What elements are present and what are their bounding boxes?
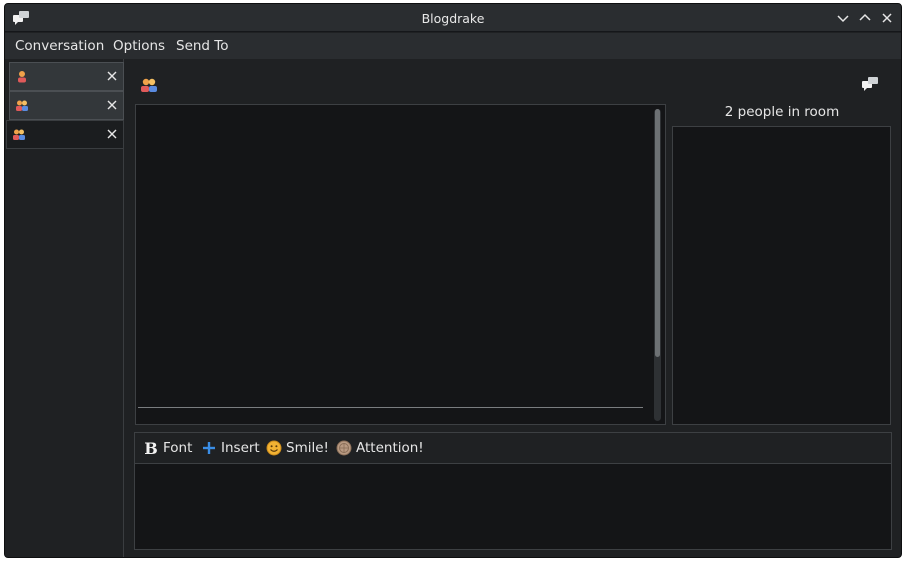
tab-conversation-3[interactable] [6,120,124,149]
tab-conversation-2[interactable] [9,91,124,120]
chevron-up-icon [859,13,871,21]
user-icon [18,71,26,83]
close-icon [107,71,117,81]
close-window-button[interactable] [878,9,896,27]
menu-options[interactable]: Options [113,38,165,54]
app-window: Blogdrake Conversation Options Send To 2… [4,3,902,558]
font-label: Font [163,440,193,456]
menubar: Conversation Options Send To [5,33,901,59]
compose-area: B Font Insert Smile! Attention! [134,432,892,550]
attention-button[interactable]: Attention! [336,439,424,457]
plus-icon [203,442,215,454]
menu-conversation[interactable]: Conversation [15,38,104,54]
close-icon [882,13,892,23]
bold-icon: B [144,438,158,458]
chat-bubbles-icon[interactable] [861,76,879,92]
smiley-icon [266,440,282,456]
close-icon [107,129,117,139]
format-toolbar: B Font Insert Smile! Attention! [135,433,891,464]
chevron-down-icon [837,15,849,23]
titlebar[interactable]: Blogdrake [5,4,901,32]
attention-icon [336,440,352,456]
tab-close-button[interactable] [105,98,119,112]
group-icon [13,129,25,140]
chat-scrollbar[interactable] [654,109,661,421]
font-button[interactable]: B Font [143,438,193,458]
chat-scrollbar-thumb[interactable] [655,109,660,357]
message-input[interactable] [135,465,891,549]
attention-label: Attention! [356,440,424,456]
tab-close-button[interactable] [105,69,119,83]
minimize-button[interactable] [834,9,852,27]
group-icon [141,78,157,92]
smile-label: Smile! [286,440,329,456]
menu-send-to[interactable]: Send To [176,38,229,54]
tab-conversation-1[interactable] [9,62,124,91]
group-icon [16,100,28,111]
window-title: Blogdrake [421,11,485,26]
chat-log-divider [138,407,643,408]
people-count-label: 2 people in room [724,104,840,120]
maximize-button[interactable] [856,9,874,27]
insert-label: Insert [221,440,260,456]
smile-button[interactable]: Smile! [266,439,329,457]
close-icon [107,100,117,110]
people-list[interactable] [672,126,891,425]
tab-close-button[interactable] [105,127,119,141]
insert-button[interactable]: Insert [201,439,260,457]
conversation-tabs [5,59,124,557]
chat-log[interactable] [135,104,666,425]
